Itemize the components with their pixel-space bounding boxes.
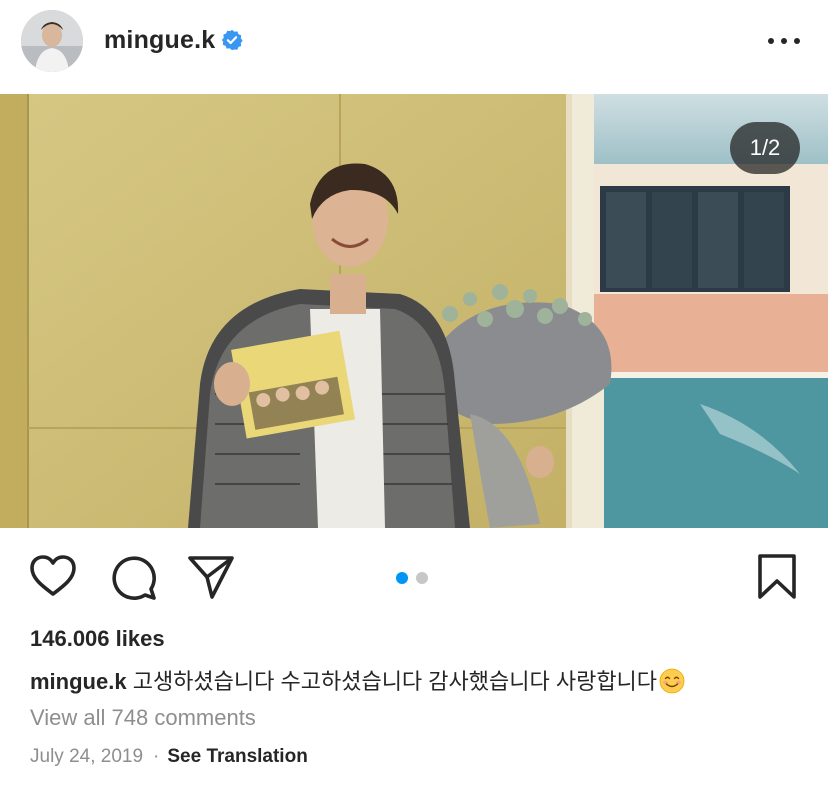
carousel-dot-active (396, 572, 408, 584)
photo-counter-badge: 1/2 (730, 122, 800, 174)
more-options-icon[interactable] (764, 28, 804, 54)
post-caption: mingue.k 고생하셨습니다 수고하셨습니다 감사했습니다 사랑합니다 (30, 664, 685, 696)
post-meta: July 24, 2019 · See Translation (30, 746, 308, 768)
verified-badge-icon (221, 29, 243, 51)
action-bar (0, 528, 828, 624)
photo-image (0, 94, 828, 528)
carousel-dot (416, 572, 428, 584)
smiling-face-emoji (659, 668, 685, 694)
heart-icon[interactable] (28, 552, 78, 602)
post-date: July 24, 2019 (30, 746, 144, 767)
caption-text: 고생하셨습니다 수고하셨습니다 감사했습니다 사랑합니다 (132, 669, 658, 694)
post-username[interactable]: mingue.k (104, 26, 215, 55)
like-count[interactable]: 146.006 likes (30, 626, 165, 652)
paper-plane-icon[interactable] (186, 552, 236, 602)
view-comments-link[interactable]: View all 748 comments (30, 705, 256, 731)
comment-bubble-icon[interactable] (108, 552, 158, 602)
post-header: mingue.k (0, 0, 828, 92)
see-translation-link[interactable]: See Translation (167, 746, 307, 767)
caption-username[interactable]: mingue.k (30, 669, 127, 694)
bookmark-icon[interactable] (752, 552, 802, 602)
post-photo[interactable] (0, 94, 828, 528)
avatar-image (21, 10, 83, 72)
meta-separator: · (153, 746, 160, 767)
profile-avatar[interactable] (21, 10, 83, 72)
